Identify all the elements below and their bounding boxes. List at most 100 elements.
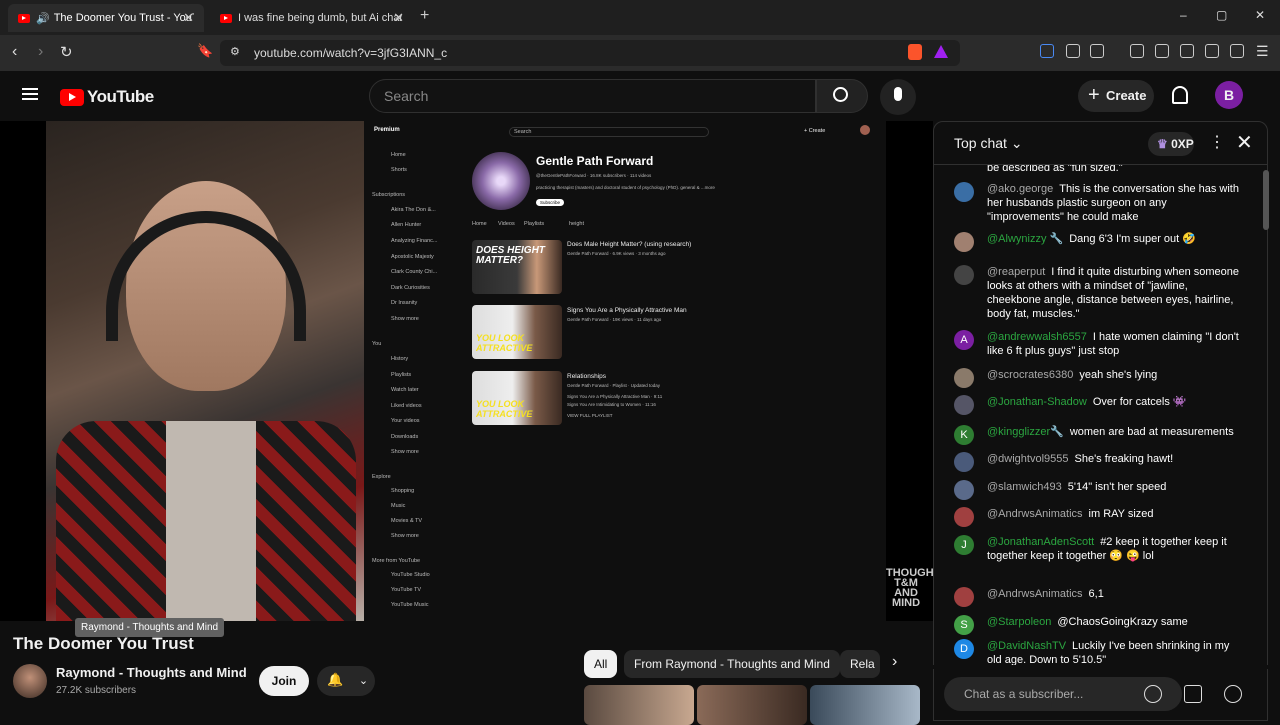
join-button[interactable]: Join xyxy=(259,666,309,696)
more-options-icon[interactable]: ⋮ xyxy=(1209,132,1225,152)
chat-message[interactable]: A @andrewwalsh6557 I hate women claiming "… xyxy=(954,330,1244,358)
chat-author-avatar[interactable]: K xyxy=(954,425,974,445)
chat-author-name[interactable]: @Jonathan-Shadow xyxy=(987,396,1087,408)
chat-author-name[interactable]: @JonathanAdenScott xyxy=(987,536,1094,548)
chat-author-name[interactable]: @Starpoleon xyxy=(987,616,1051,628)
brave-rewards-icon[interactable] xyxy=(934,45,948,58)
channel-avatar[interactable] xyxy=(13,664,47,698)
forward-icon[interactable]: › xyxy=(38,43,43,61)
chat-author-name[interactable]: @scrocrates6380 xyxy=(987,369,1073,381)
chat-author-name[interactable]: @andrewwalsh6557 xyxy=(987,331,1087,343)
chat-message[interactable]: K @kingglizzer🔧 women are bad at measureme… xyxy=(954,425,1244,445)
account-avatar[interactable]: B xyxy=(1215,81,1243,109)
chat-message[interactable]: be described as "fun sized." xyxy=(954,165,1244,175)
reload-icon[interactable]: ↻ xyxy=(60,43,73,61)
brave-shield-icon[interactable] xyxy=(908,44,922,60)
chat-message[interactable]: J @JonathanAdenScott #2 keep it together k… xyxy=(954,535,1244,563)
embedded-video-title: Does Male Height Matter? (using research… xyxy=(567,241,692,248)
search-input[interactable]: Search xyxy=(369,79,816,113)
chat-message[interactable]: @reaperput I find it quite disturbing whe… xyxy=(954,265,1244,321)
emoji-icon[interactable] xyxy=(1144,685,1162,703)
heart-icon[interactable] xyxy=(1224,685,1242,703)
chat-author-name[interactable]: @kingglizzer🔧 xyxy=(987,426,1064,438)
menu-icon[interactable]: ☰ xyxy=(1256,43,1269,60)
chat-author-avatar[interactable] xyxy=(954,452,974,472)
chip-from-channel[interactable]: From Raymond - Thoughts and Mind xyxy=(624,650,840,678)
chat-author-name[interactable]: @Alwynizzy 🔧 xyxy=(987,233,1063,245)
voice-search-button[interactable] xyxy=(880,79,916,115)
chat-author-avatar[interactable] xyxy=(954,395,974,415)
close-tab-icon[interactable]: ✕ xyxy=(393,10,404,26)
chat-author-name[interactable]: @slamwich493 xyxy=(987,481,1062,493)
chat-message[interactable]: @slamwich493 5'14" isn't her speed xyxy=(954,480,1244,500)
music-icon[interactable] xyxy=(1130,44,1144,58)
youtube-logo[interactable]: YouTube xyxy=(60,87,154,107)
chat-message[interactable]: @Jonathan-Shadow Over for catcels 👾 xyxy=(954,395,1244,415)
notifications-bell-icon[interactable] xyxy=(1172,86,1188,104)
close-window-button[interactable]: ✕ xyxy=(1255,8,1265,22)
chat-message[interactable]: @scrocrates6380 yeah she's lying xyxy=(954,368,1244,388)
chat-author-avatar[interactable] xyxy=(954,480,974,500)
sidebar-icon[interactable] xyxy=(1155,44,1169,58)
chat-author-avatar[interactable] xyxy=(954,182,974,202)
close-tab-icon[interactable]: ✕ xyxy=(183,10,194,26)
chat-author-avatar[interactable] xyxy=(954,507,974,527)
super-chat-icon[interactable] xyxy=(1184,685,1202,703)
chat-author-name[interactable]: @AndrwsAnimatics xyxy=(987,588,1083,600)
chat-message[interactable]: @Alwynizzy 🔧 Dang 6'3 I'm super out 🤣 xyxy=(954,232,1244,252)
puzzle-extensions-icon[interactable] xyxy=(1066,44,1080,58)
chat-author-name[interactable]: @ako.george xyxy=(987,183,1053,195)
chat-message[interactable]: @AndrwsAnimatics im RAY sized xyxy=(954,507,1244,527)
chat-author-name[interactable]: @AndrwsAnimatics xyxy=(987,508,1083,520)
tab-doomer[interactable]: 🔊 The Doomer You Trust - YouTube ✕ xyxy=(8,4,204,32)
bookmark-icon[interactable]: 🔖 xyxy=(197,43,213,59)
chip-related[interactable]: Rela xyxy=(840,650,880,678)
chat-message[interactable]: @ako.george This is the conversation she … xyxy=(954,182,1244,224)
chat-author-avatar[interactable] xyxy=(954,587,974,607)
chat-message[interactable]: S @Starpoleon @ChaosGoingKrazy same xyxy=(954,615,1244,635)
extension-icon[interactable] xyxy=(1040,44,1054,58)
chat-message-body: @Jonathan-Shadow Over for catcels 👾 xyxy=(987,395,1244,409)
url-field[interactable]: ⚙ youtube.com/watch?v=3jfG3IANN_c xyxy=(220,40,960,66)
chat-author-avatar[interactable] xyxy=(954,368,974,388)
embedded-tab-playlists: Playlists xyxy=(524,221,545,227)
top-chat-dropdown[interactable]: Top chat ⌄ xyxy=(954,135,1023,152)
xp-badge[interactable]: ♛ 0XP xyxy=(1148,132,1194,156)
search-button[interactable] xyxy=(816,79,868,113)
chat-author-avatar[interactable] xyxy=(954,265,974,285)
chat-author-avatar[interactable]: S xyxy=(954,615,974,635)
address-bar-row: ‹ › ↻ 🔖 ⚙ youtube.com/watch?v=3jfG3IANN_… xyxy=(0,35,1280,71)
channel-name-link[interactable]: Raymond - Thoughts and Mind xyxy=(56,665,247,680)
site-info-icon[interactable]: ⚙ xyxy=(230,45,240,58)
chat-message[interactable]: @AndrwsAnimatics 6,1 xyxy=(954,587,1244,607)
chip-all[interactable]: All xyxy=(584,650,618,678)
maximize-button[interactable]: ▢ xyxy=(1216,8,1227,22)
chat-author-name[interactable]: @DavidNashTV xyxy=(987,640,1066,652)
wallet-icon[interactable] xyxy=(1180,44,1194,58)
chat-author-avatar[interactable] xyxy=(954,232,974,252)
chat-scrollbar[interactable] xyxy=(1263,170,1269,230)
chat-author-name[interactable]: @reaperput xyxy=(987,266,1045,278)
chat-author-avatar[interactable]: A xyxy=(954,330,974,350)
tab-ai[interactable]: I was fine being dumb, but Ai change ✕ xyxy=(210,4,414,32)
leo-ai-icon[interactable] xyxy=(1205,44,1219,58)
subscribed-notifications-button[interactable]: 🔔 ⌄ xyxy=(317,666,375,696)
create-button[interactable]: + Create xyxy=(1078,80,1154,112)
chat-message[interactable]: @dwightvol9555 She's freaking hawt! xyxy=(954,452,1244,472)
minimize-button[interactable]: – xyxy=(1180,8,1187,22)
chevron-right-icon[interactable]: › xyxy=(892,653,897,671)
back-icon[interactable]: ‹ xyxy=(12,43,17,61)
new-tab-button[interactable]: + xyxy=(420,7,429,25)
related-thumb[interactable] xyxy=(697,685,807,725)
screenshot-icon[interactable] xyxy=(1090,44,1104,58)
chat-author-avatar[interactable]: J xyxy=(954,535,974,555)
chat-author-name[interactable]: @dwightvol9555 xyxy=(987,453,1069,465)
guide-menu-icon[interactable] xyxy=(22,88,38,100)
related-thumb[interactable] xyxy=(584,685,694,725)
related-thumb[interactable] xyxy=(810,685,920,725)
close-chat-icon[interactable]: ✕ xyxy=(1236,130,1253,155)
chat-message[interactable]: D @DavidNashTV Luckily I've been shrinking… xyxy=(954,639,1244,665)
chat-author-avatar[interactable]: D xyxy=(954,639,974,659)
vpn-icon[interactable] xyxy=(1230,44,1244,58)
embedded-sidebar-item: Movies & TV xyxy=(391,518,423,524)
